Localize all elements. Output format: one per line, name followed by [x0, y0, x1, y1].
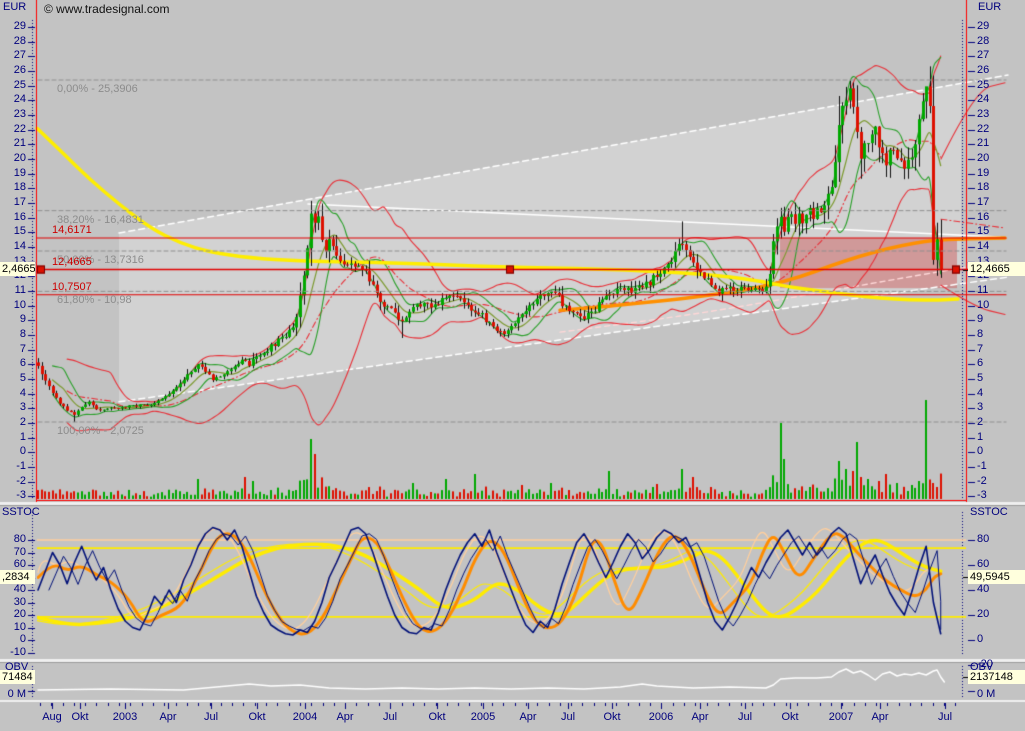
tradesignal-chart-window: EUR EUR © www.tradesignal.com 29 28 27 26 25… — [0, 0, 1025, 731]
chart-canvas[interactable] — [0, 0, 1025, 731]
